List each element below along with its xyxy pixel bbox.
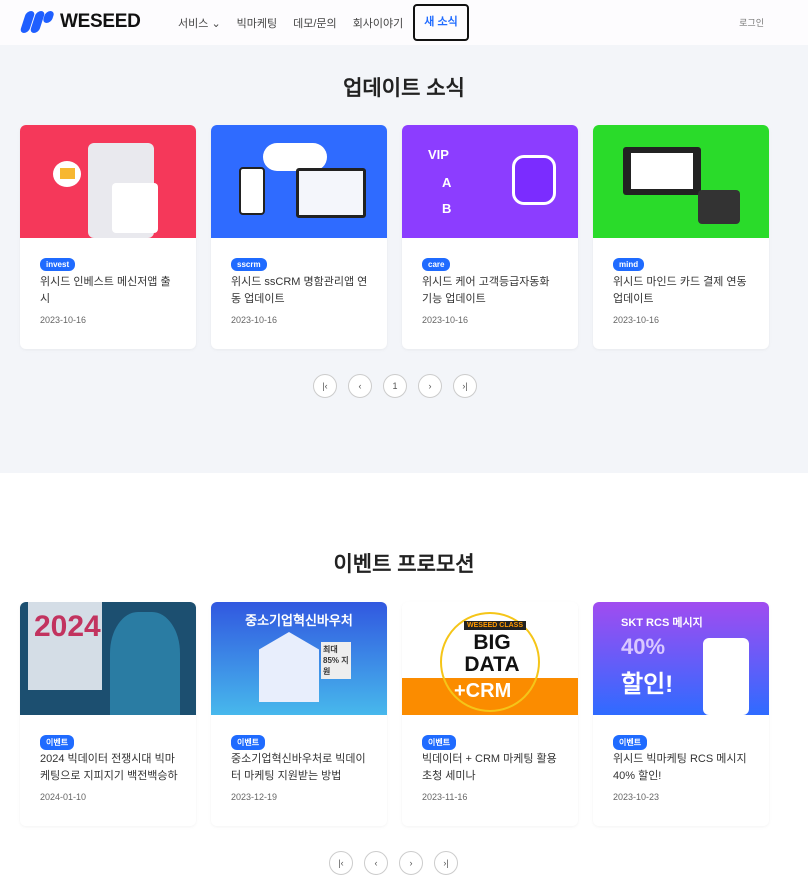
- image-text: 중소기업혁신바우처: [245, 613, 353, 628]
- image-text-3: WESEED CLASS: [464, 621, 527, 630]
- card-date: 2023-10-16: [613, 315, 660, 325]
- events-card[interactable]: SKT RCS 메시지 40% 할인! 이벤트 위시드 빅마케팅 RCS 메시지 4…: [593, 602, 769, 826]
- card-date: 2024-01-10: [40, 792, 87, 802]
- page-1-button[interactable]: 1: [383, 374, 407, 398]
- nav-demo[interactable]: 데모/문의: [285, 15, 345, 31]
- card-tag: care: [422, 258, 451, 271]
- logo-icon: [19, 11, 55, 33]
- image-text: SKT RCS 메시지: [621, 617, 703, 629]
- card-thumbnail: [20, 125, 196, 238]
- image-text-2: +CRM: [454, 680, 512, 702]
- card-tag: invest: [40, 258, 76, 271]
- card-title: 중소기업혁신바우처로 빅데이터 마케팅 지원받는 방법: [231, 753, 366, 782]
- card-title: 위시드 케어 고객등급자동화 기능 업데이트: [422, 276, 550, 305]
- card-thumbnail: VIP A B: [402, 125, 578, 238]
- image-text-2: 최대 85% 지원: [321, 642, 351, 679]
- events-card[interactable]: 중소기업혁신바우처최대 85% 지원 이벤트 중소기업혁신바우처로 빅데이터 마…: [211, 602, 387, 826]
- nav-services[interactable]: 서비스 ⌄: [170, 15, 229, 31]
- card-tag: 이벤트: [231, 735, 266, 750]
- updates-card[interactable]: sscrm 위시드 ssCRM 명함관리앱 연동 업데이트 2023-10-16: [211, 125, 387, 349]
- card-title: 빅데이터 + CRM 마케팅 활용 초청 세미나: [422, 753, 557, 782]
- card-date: 2023-10-16: [231, 315, 278, 325]
- header: WESEED 서비스 ⌄ 빅마케팅 데모/문의 회사이야기 새 소식 로그인: [0, 0, 808, 45]
- login-link[interactable]: 로그인: [739, 16, 764, 29]
- image-text: BIG DATA: [464, 631, 520, 676]
- prev-page-button[interactable]: ‹: [364, 851, 388, 875]
- updates-card[interactable]: invest 위시드 인베스트 메신저앱 출시 2023-10-16: [20, 125, 196, 349]
- card-title: 2024 빅데이터 전쟁시대 빅마케팅으로 지피지기 백전백승하: [40, 753, 178, 782]
- last-page-button[interactable]: ›|: [434, 851, 458, 875]
- card-thumbnail: SKT RCS 메시지 40% 할인!: [593, 602, 769, 715]
- first-page-button[interactable]: |‹: [329, 851, 353, 875]
- card-title: 위시드 마인드 카드 결제 연동 업데이트: [613, 276, 747, 305]
- events-title: 이벤트 프로모션: [333, 553, 475, 576]
- card-title: 위시드 인베스트 메신저앱 출시: [40, 276, 171, 305]
- next-page-button[interactable]: ›: [399, 851, 423, 875]
- first-page-button[interactable]: |‹: [313, 374, 337, 398]
- logo-text: WESEED: [60, 11, 141, 32]
- card-thumbnail: [211, 125, 387, 238]
- nav-news[interactable]: 새 소식: [413, 4, 469, 41]
- events-card[interactable]: 2024 이벤트 2024 빅데이터 전쟁시대 빅마케팅으로 지피지기 백전백승…: [20, 602, 196, 826]
- updates-pagination: |‹ ‹ 1 › ›|: [313, 374, 477, 398]
- updates-card[interactable]: mind 위시드 마인드 카드 결제 연동 업데이트 2023-10-16: [593, 125, 769, 349]
- events-card[interactable]: WESEED CLASS BIG DATA +CRM 이벤트 빅데이터 + CRM …: [402, 602, 578, 826]
- image-text-3: 할인!: [621, 671, 674, 698]
- card-date: 2023-10-23: [613, 792, 660, 802]
- card-thumbnail: WESEED CLASS BIG DATA +CRM: [402, 602, 578, 715]
- card-tag: mind: [613, 258, 645, 271]
- last-page-button[interactable]: ›|: [453, 374, 477, 398]
- image-text: 2024: [34, 610, 101, 643]
- updates-card[interactable]: VIP A B care 위시드 케어 고객등급자동화 기능 업데이트 2023-1…: [402, 125, 578, 349]
- card-date: 2023-10-16: [40, 315, 87, 325]
- card-tag: sscrm: [231, 258, 267, 271]
- card-date: 2023-12-19: [231, 792, 278, 802]
- updates-title: 업데이트 소식: [343, 77, 465, 100]
- next-page-button[interactable]: ›: [418, 374, 442, 398]
- nav-bigmarketing[interactable]: 빅마케팅: [229, 15, 285, 31]
- card-date: 2023-10-16: [422, 315, 469, 325]
- main-nav: 서비스 ⌄ 빅마케팅 데모/문의 회사이야기 새 소식: [170, 0, 469, 45]
- card-thumbnail: [593, 125, 769, 238]
- card-tag: 이벤트: [422, 735, 457, 750]
- image-text-2: 40%: [621, 634, 666, 659]
- card-thumbnail: 중소기업혁신바우처최대 85% 지원: [211, 602, 387, 715]
- logo[interactable]: WESEED: [19, 11, 141, 33]
- nav-label: 서비스: [178, 17, 209, 30]
- card-tag: 이벤트: [40, 735, 75, 750]
- events-pagination: |‹ ‹ › ›|: [329, 851, 458, 875]
- nav-company[interactable]: 회사이야기: [345, 15, 412, 31]
- card-tag: 이벤트: [613, 735, 648, 750]
- card-title: 위시드 빅마케팅 RCS 메시지 40% 할인!: [613, 753, 747, 782]
- card-date: 2023-11-16: [422, 792, 468, 802]
- prev-page-button[interactable]: ‹: [348, 374, 372, 398]
- chevron-down-icon: ⌄: [211, 17, 221, 30]
- card-thumbnail: 2024: [20, 602, 196, 715]
- card-title: 위시드 ssCRM 명함관리앱 연동 업데이트: [231, 276, 368, 305]
